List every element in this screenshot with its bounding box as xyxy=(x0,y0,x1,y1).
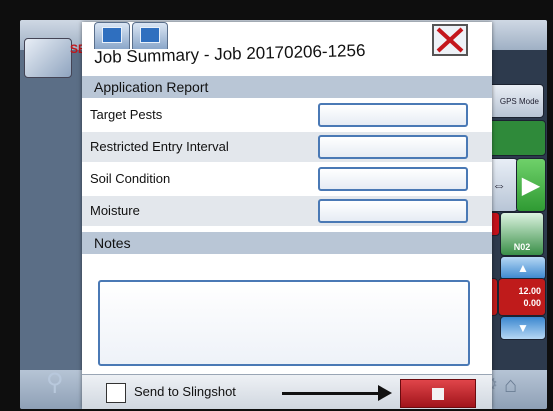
stop-job-button[interactable] xyxy=(400,379,476,408)
restricted-entry-field[interactable] xyxy=(318,135,468,159)
device-screen: SB GPS Mode ⇔ ▶ N02 ▲ FF00 12.000.00 ▼ ⚲… xyxy=(20,20,547,409)
n02-button[interactable]: N02 xyxy=(500,212,544,256)
restricted-entry-label: Restricted Entry Interval xyxy=(90,139,229,154)
application-report-header: Application Report xyxy=(82,76,492,98)
soil-condition-row: Soil Condition xyxy=(82,164,492,194)
dialog-footer: Send to Slingshot xyxy=(82,374,492,409)
notes-header: Notes xyxy=(82,232,492,254)
tab-users[interactable] xyxy=(132,22,168,49)
target-pests-field[interactable] xyxy=(318,103,468,127)
soil-condition-label: Soil Condition xyxy=(90,171,171,186)
moisture-field[interactable] xyxy=(318,199,468,223)
pointer-arrow-icon xyxy=(378,385,392,401)
satellite-icon[interactable] xyxy=(24,38,72,78)
stop-icon xyxy=(432,387,444,400)
target-pests-label: Target Pests xyxy=(90,107,163,122)
restricted-entry-row: Restricted Entry Interval xyxy=(82,132,492,162)
map-tab-icon xyxy=(102,27,122,43)
increase-up-icon[interactable]: ▲ xyxy=(500,256,546,280)
moisture-label: Moisture xyxy=(90,203,140,218)
tab-map[interactable] xyxy=(94,22,130,49)
soil-condition-field[interactable] xyxy=(318,167,468,191)
job-summary-dialog: Job Summary - Job 20170206-1256 Applicat… xyxy=(82,22,492,409)
value-readout: 12.00 0.00 xyxy=(498,278,546,316)
pointer-arrow-line xyxy=(282,392,382,395)
users-tab-icon xyxy=(140,27,160,43)
close-icon xyxy=(436,27,464,53)
value-top: 12.00 xyxy=(518,286,541,296)
decrease-down-icon[interactable]: ▼ xyxy=(500,316,546,340)
notes-textarea[interactable] xyxy=(98,280,470,366)
target-pests-row: Target Pests xyxy=(82,100,492,130)
value-bottom: 0.00 xyxy=(523,298,541,308)
send-to-slingshot-label: Send to Slingshot xyxy=(134,384,236,399)
home-icon[interactable]: ⌂ xyxy=(504,372,517,398)
moisture-row: Moisture xyxy=(82,196,492,226)
close-button[interactable] xyxy=(432,24,468,56)
magnifier-icon[interactable]: ⚲ xyxy=(46,368,64,397)
send-to-slingshot-checkbox[interactable] xyxy=(106,383,126,403)
play-arrow-icon[interactable]: ▶ xyxy=(516,158,546,212)
